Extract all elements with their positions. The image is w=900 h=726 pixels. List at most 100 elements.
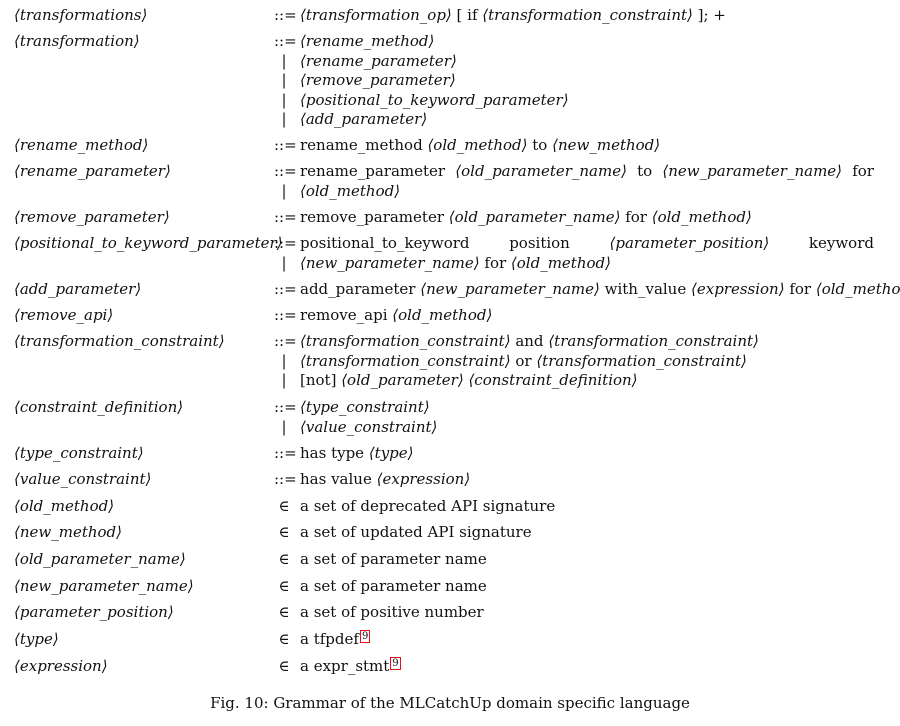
rule-rhs-line: a tfpdef 9 (300, 630, 371, 648)
terminal-text: positional_to_keyword (300, 234, 470, 252)
rule-rhs-line: ⟨type_constraint⟩ (300, 398, 430, 416)
terminal-text: with_value (599, 280, 691, 298)
rule-operator: ::= (274, 208, 297, 226)
terminal-text: rename_method (300, 136, 428, 154)
rule-rhs-line: has type ⟨type⟩ (300, 444, 414, 462)
nonterminal: ⟨constraint_definition⟩ (468, 371, 638, 389)
rule-rhs-line: add_parameter ⟨new_parameter_name⟩ with_… (300, 280, 900, 298)
terminal-text: remove_api (300, 306, 393, 324)
alternative-bar: | (281, 417, 287, 436)
rule-rhs-line: has value ⟨expression⟩ (300, 470, 470, 488)
terminal-text: or (510, 351, 537, 370)
rule-rhs-line: ⟨old_method⟩ (300, 182, 400, 200)
rule-rhs-line: remove_api ⟨old_method⟩ (300, 306, 492, 324)
alternative-bar: | (281, 253, 287, 272)
terminal-text: add_parameter (300, 280, 421, 298)
rule-rhs-line: a set of parameter name (300, 550, 487, 568)
rule-operator: ∈ (278, 577, 290, 595)
rule-rhs-line: ⟨value_constraint⟩ (300, 418, 437, 436)
rule-operator: ::= (274, 32, 297, 50)
nonterminal: ⟨old_method⟩ (300, 181, 401, 200)
nonterminal: ⟨new_parameter_name⟩ (300, 253, 480, 272)
rule-lhs-nonterminal: ⟨positional_to_keyword_parameter⟩ (14, 234, 283, 252)
nonterminal: ⟨rename_parameter⟩ (300, 51, 457, 70)
rule-lhs-nonterminal: ⟨remove_api⟩ (14, 306, 114, 324)
terminal-text: a set of parameter name (300, 577, 487, 595)
rule-rhs-line: a set of deprecated API signature (300, 497, 555, 515)
rule-rhs-line: ⟨rename_method⟩ (300, 32, 434, 50)
rule-rhs-line: ⟨new_parameter_name⟩ for ⟨old_method⟩ (300, 254, 611, 272)
rule-lhs-nonterminal: ⟨rename_method⟩ (14, 136, 149, 154)
rule-rhs-line: remove_parameter ⟨old_parameter_name⟩ fo… (300, 208, 752, 226)
rule-lhs-nonterminal: ⟨parameter_position⟩ (14, 603, 174, 621)
rule-rhs-line: a expr_stmt 9 (300, 657, 401, 675)
rule-rhs-line: a set of updated API signature (300, 523, 532, 541)
nonterminal: ⟨old_method⟩ (651, 208, 752, 226)
terminal-text: to (637, 162, 653, 180)
rule-operator: ∈ (278, 630, 290, 648)
terminal-text: a set of positive number (300, 603, 484, 621)
footnote-ref-link[interactable]: 9 (359, 630, 371, 643)
terminal-text: [ if (451, 6, 483, 24)
rule-operator: ::= (274, 306, 297, 324)
nonterminal: ⟨new_parameter_name⟩ (662, 162, 843, 180)
terminal-text: a set of deprecated API signature (300, 497, 556, 515)
rule-lhs-nonterminal: ⟨old_parameter_name⟩ (14, 550, 186, 568)
nonterminal: ⟨transformation_op⟩ (300, 6, 452, 24)
nonterminal: ⟨old_method⟩ (815, 280, 900, 298)
nonterminal: ⟨transformation_constraint⟩ (300, 351, 511, 370)
rule-rhs-line: ⟨remove_parameter⟩ (300, 71, 456, 89)
terminal-text: for (620, 208, 652, 226)
rule-rhs-line: ⟨positional_to_keyword_parameter⟩ (300, 91, 569, 109)
alternative-bar: | (281, 371, 287, 389)
nonterminal: ⟨value_constraint⟩ (300, 417, 438, 436)
nonterminal: ⟨old_method⟩ (427, 136, 528, 154)
rule-lhs-nonterminal: ⟨new_parameter_name⟩ (14, 577, 194, 595)
rule-lhs-nonterminal: ⟨transformation⟩ (14, 32, 140, 50)
terminal-text: ]; + (692, 6, 726, 24)
terminal-text: a set of parameter name (300, 550, 487, 568)
nonterminal: ⟨old_parameter⟩ (341, 371, 464, 389)
nonterminal: ⟨type_constraint⟩ (300, 398, 430, 416)
nonterminal: ⟨rename_method⟩ (300, 32, 435, 50)
terminal-text: and (510, 332, 549, 350)
rule-lhs-nonterminal: ⟨expression⟩ (14, 657, 108, 675)
terminal-text: rename_parameter (300, 162, 446, 180)
terminal-text: a set of updated API signature (300, 523, 532, 541)
rule-rhs-line: positional_to_keyword position ⟨parameter_… (300, 234, 874, 252)
rule-rhs-line: ⟨transformation_op⟩ [ if ⟨transformation… (300, 6, 726, 24)
rule-rhs-line: ⟨transformation_constraint⟩ or ⟨transfor… (300, 352, 747, 370)
terminal-text: for (852, 162, 874, 180)
nonterminal: ⟨parameter_position⟩ (609, 234, 770, 252)
rule-operator: ::= (274, 398, 297, 416)
rule-rhs-line: a set of parameter name (300, 577, 487, 595)
rule-operator: ::= (274, 280, 297, 298)
rule-rhs-line: ⟨add_parameter⟩ (300, 110, 427, 128)
rule-rhs-line: rename_method ⟨old_method⟩ to ⟨new_metho… (300, 136, 660, 154)
nonterminal: ⟨old_method⟩ (392, 306, 493, 324)
rule-rhs-line: ⟨transformation_constraint⟩ and ⟨transfo… (300, 332, 759, 350)
rule-lhs-nonterminal: ⟨new_method⟩ (14, 523, 123, 541)
nonterminal: ⟨new_parameter_name⟩ (420, 280, 600, 298)
terminal-text: has value (300, 470, 377, 488)
terminal-text: a tfpdef (300, 630, 359, 648)
terminal-text: has type (300, 444, 369, 462)
footnote-ref-link[interactable]: 9 (390, 657, 401, 670)
nonterminal: ⟨positional_to_keyword_parameter⟩ (300, 90, 569, 109)
alternative-bar: | (281, 51, 287, 70)
nonterminal: ⟨old_parameter_name⟩ (448, 208, 621, 226)
nonterminal: ⟨transformation_constraint⟩ (536, 351, 747, 370)
alternative-bar: | (281, 110, 287, 128)
nonterminal: ⟨old_parameter_name⟩ (455, 162, 627, 180)
nonterminal: ⟨transformation_constraint⟩ (482, 6, 693, 24)
rule-lhs-nonterminal: ⟨transformations⟩ (14, 6, 148, 24)
rule-lhs-nonterminal: ⟨type⟩ (14, 630, 59, 648)
nonterminal: ⟨add_parameter⟩ (300, 110, 428, 128)
alternative-bar: | (281, 90, 287, 109)
terminal-text: to (527, 136, 553, 154)
rule-operator: ::= (274, 6, 297, 24)
rule-operator: ::= (274, 162, 297, 180)
rule-lhs-nonterminal: ⟨add_parameter⟩ (14, 280, 142, 298)
nonterminal: ⟨transformation_constraint⟩ (300, 332, 511, 350)
rule-operator: ∈ (278, 657, 290, 675)
